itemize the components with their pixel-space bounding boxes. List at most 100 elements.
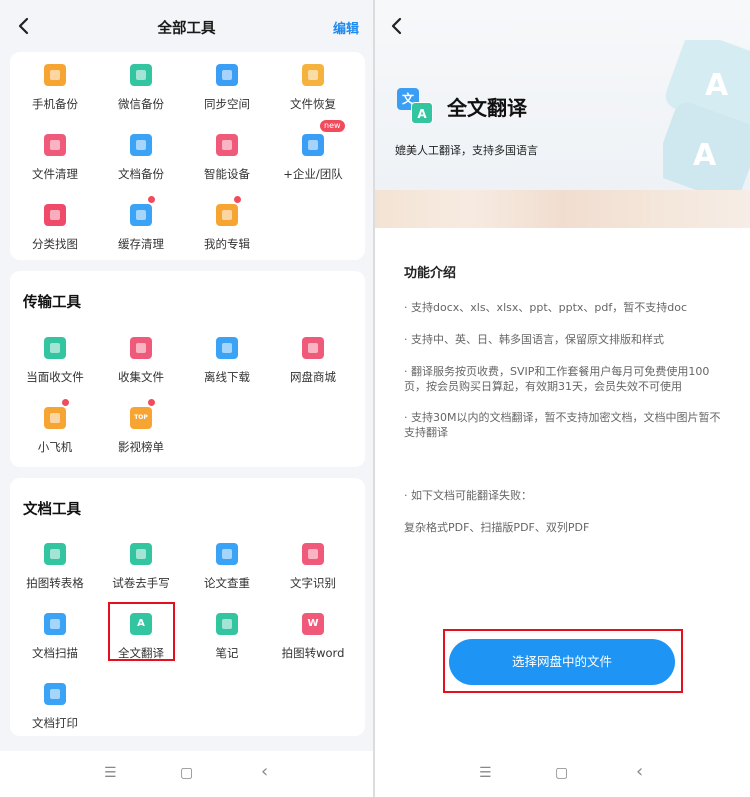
tool-album[interactable]: 我的专辑	[184, 196, 270, 266]
tools-card-transfer: 传输工具 当面收文件 收集文件 离线下载 网盘商城 小飞机 TOP 影视榜单	[10, 271, 365, 467]
notification-dot	[148, 196, 155, 203]
tool-label: 微信备份	[118, 97, 164, 111]
tool-label: 文件清理	[32, 167, 78, 181]
doc-print-icon	[44, 683, 66, 705]
icon-detail	[50, 140, 60, 150]
offline-download-icon	[216, 337, 238, 359]
doc-backup-icon	[130, 134, 152, 156]
svg-text:A: A	[705, 68, 729, 103]
icon-detail	[50, 619, 60, 629]
photo-to-table-icon	[44, 543, 66, 565]
tool-label: 智能设备	[204, 167, 250, 181]
blurred-banner	[375, 190, 750, 228]
tool-offline-download[interactable]: 离线下载	[184, 337, 270, 399]
tool-photo-to-word[interactable]: W 拍图转word	[270, 613, 356, 675]
tool-find-image[interactable]: 分类找图	[12, 204, 98, 266]
tool-label: 缓存清理	[118, 237, 164, 251]
tools-card-general: 手机备份 微信备份 同步空间 文件恢复文件清理 文档备份 智能设备 new +企业/团队分类找…	[10, 52, 365, 260]
menu-icon[interactable]: ☰	[479, 765, 492, 781]
tool-doc-scan[interactable]: 文档扫描	[12, 613, 98, 675]
icon-detail	[222, 619, 232, 629]
tool-smart-device[interactable]: 智能设备	[184, 134, 270, 196]
icon-detail	[222, 549, 232, 559]
icon-detail	[50, 549, 60, 559]
icon-detail	[136, 210, 146, 220]
tool-receive-file[interactable]: 当面收文件	[12, 337, 98, 399]
tool-label: 网盘商城	[290, 370, 336, 384]
tool-store[interactable]: 网盘商城	[270, 337, 356, 399]
tool-remove-handwriting[interactable]: 试卷去手写	[98, 543, 184, 605]
all-tools-screen: 全部工具 编辑 手机备份 微信备份 同步空间 文件恢复文件清理 文档备份 智能设备 new +…	[0, 0, 373, 797]
tool-cache-clean[interactable]: 缓存清理	[98, 196, 184, 266]
icon-detail	[308, 343, 318, 353]
tool-file-restore[interactable]: 文件恢复	[270, 64, 356, 126]
find-image-icon	[44, 204, 66, 226]
edit-button[interactable]: 编辑	[333, 18, 359, 37]
tool-phone-backup[interactable]: 手机备份	[12, 64, 98, 126]
tool-sync[interactable]: 同步空间	[184, 64, 270, 126]
feature-subtitle: 媲美人工翻译，支持多国语言	[395, 144, 538, 157]
icon-detail	[308, 70, 318, 80]
icon-detail	[308, 140, 318, 150]
tool-label: 手机备份	[32, 97, 78, 111]
receive-file-icon	[44, 337, 66, 359]
icon-tag: W	[307, 618, 319, 629]
svg-text:A: A	[693, 138, 717, 173]
tool-label: 笔记	[215, 646, 239, 660]
tool-doc-print[interactable]: 文档打印	[12, 683, 98, 745]
tool-photo-to-table[interactable]: 拍图转表格	[12, 543, 98, 605]
icon-detail	[50, 210, 60, 220]
tool-ocr[interactable]: 文字识别	[270, 543, 356, 605]
menu-icon[interactable]: ☰	[104, 765, 117, 781]
home-icon[interactable]: ▢	[555, 765, 568, 781]
highlight-box	[108, 602, 175, 661]
system-back-icon[interactable]: ‹	[261, 761, 268, 782]
section-title-docs: 文档工具	[23, 502, 81, 518]
page-title: 全部工具	[157, 21, 216, 37]
feature-item: · 支持30M以内的文档翻译，暂不支持加密文档，文档中图片暂不支持翻译	[404, 411, 721, 439]
tool-label: +企业/团队	[283, 167, 343, 181]
tool-label: 拍图转表格	[26, 576, 84, 590]
phone-backup-icon	[44, 64, 66, 86]
tool-file-clean[interactable]: 文件清理	[12, 134, 98, 196]
feature-item: · 支持中、英、日、韩多国语言，保留原文排版和样式	[404, 333, 664, 346]
note-icon	[216, 613, 238, 635]
notification-dot	[234, 196, 241, 203]
tool-top-list[interactable]: TOP 影视榜单	[98, 399, 184, 469]
icon-detail	[136, 70, 146, 80]
tool-label: 文档打印	[32, 716, 78, 730]
fail-types: 复杂格式PDF、扫描版PDF、双列PDF	[404, 521, 590, 534]
tools-card-docs: 文档工具 拍图转表格 试卷去手写 论文查重 文字识别 文档扫描 A 全文翻译 笔记 W 拍图转wo…	[10, 478, 365, 736]
feature-item: · 支持docx、xls、xlsx、ppt、pptx、pdf，暂不支持doc	[404, 301, 688, 314]
translate-logo-icon: 文 A	[397, 88, 433, 124]
ocr-icon	[302, 543, 324, 565]
tool-collect-file[interactable]: 收集文件	[98, 337, 184, 399]
tool-note[interactable]: 笔记	[184, 613, 270, 675]
new-badge: new	[320, 120, 345, 132]
collect-file-icon	[130, 337, 152, 359]
top-list-icon: TOP	[130, 407, 152, 429]
icon-detail	[222, 210, 232, 220]
file-restore-icon	[302, 64, 324, 86]
smart-device-icon	[216, 134, 238, 156]
tool-doc-backup[interactable]: 文档备份	[98, 134, 184, 196]
tool-plane[interactable]: 小飞机	[12, 399, 98, 469]
icon-detail	[50, 413, 60, 423]
icon-detail	[50, 689, 60, 699]
tool-paper-check[interactable]: 论文查重	[184, 543, 270, 605]
icon-detail	[50, 70, 60, 80]
store-icon	[302, 337, 324, 359]
album-icon	[216, 204, 238, 226]
home-icon[interactable]: ▢	[180, 765, 193, 781]
remove-handwriting-icon	[130, 543, 152, 565]
system-back-icon[interactable]: ‹	[636, 761, 643, 782]
back-arrow-icon[interactable]	[387, 14, 407, 38]
tool-label: 离线下载	[204, 370, 250, 384]
fail-note: · 如下文档可能翻译失败：	[404, 489, 532, 502]
icon-detail	[136, 140, 146, 150]
tool-label: 分类找图	[32, 237, 78, 251]
tool-wechat-backup[interactable]: 微信备份	[98, 64, 184, 126]
tool-enterprise[interactable]: new +企业/团队	[270, 120, 356, 196]
tool-label: 影视榜单	[118, 440, 164, 454]
icon-detail	[308, 549, 318, 559]
